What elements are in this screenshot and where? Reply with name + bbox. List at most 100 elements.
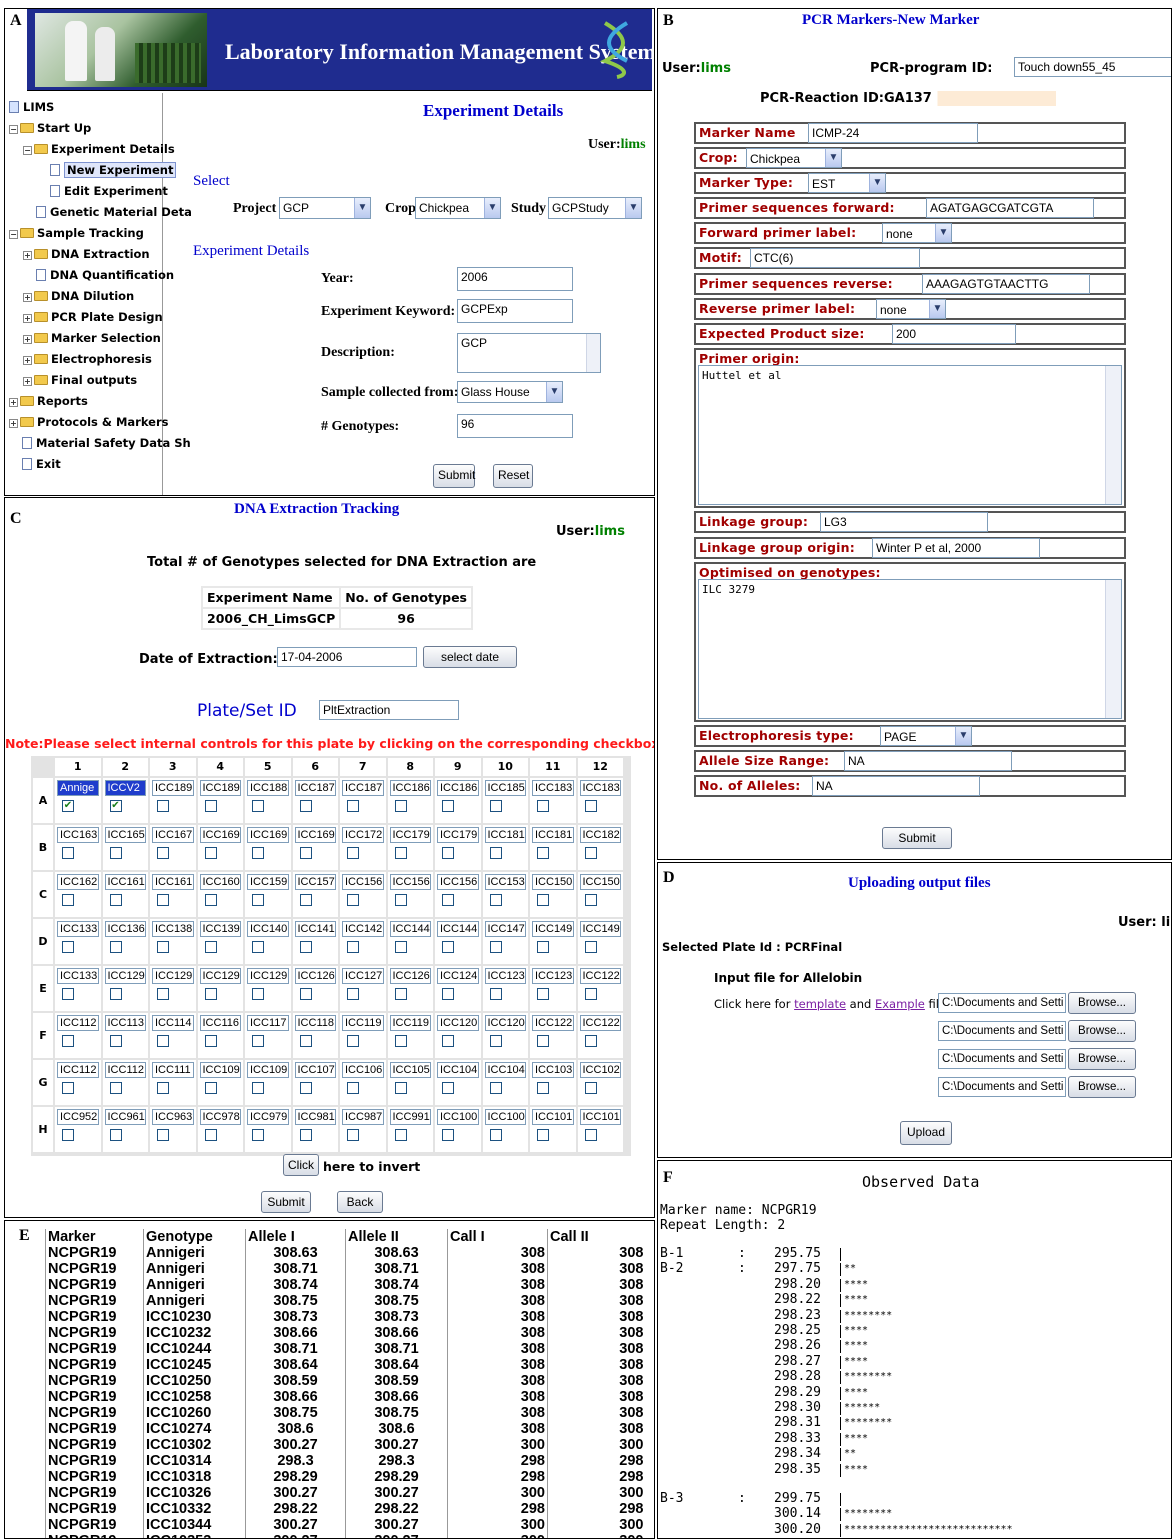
well-checkbox[interactable] [157,1035,169,1047]
well-checkbox[interactable] [442,941,454,953]
well-name-field[interactable]: ICC107 [294,1062,336,1078]
year-field[interactable]: 2006 [457,267,573,291]
well-checkbox[interactable] [62,988,74,1000]
well-name-field[interactable]: ICC119 [389,1015,431,1031]
well-name-field[interactable]: ICC161 [152,874,194,890]
well-checkbox[interactable] [157,894,169,906]
well-checkbox[interactable] [252,800,264,812]
well-name-field[interactable]: ICC156 [437,874,479,890]
well-name-field[interactable]: ICC122 [579,1015,621,1031]
well-name-field[interactable]: ICC120 [437,1015,479,1031]
tree-item[interactable]: + DNA Dilution [23,286,134,306]
well-name-field[interactable]: ICC182 [579,827,621,843]
well-checkbox[interactable] [489,1129,502,1141]
well-name-field[interactable]: ICC952 [57,1109,99,1125]
well-name-field[interactable]: ICC113 [104,1015,146,1031]
scrollbar[interactable] [1105,580,1121,718]
well-checkbox[interactable] [299,1129,312,1141]
tree-item[interactable]: LIMS [9,97,54,117]
file-path-field[interactable]: C:\Documents and Setti [938,993,1066,1013]
plate-field[interactable]: PltExtraction [319,700,459,720]
well-name-field[interactable]: ICC979 [247,1109,289,1125]
forward-label-select[interactable]: none ▼ [882,223,952,243]
well-checkbox[interactable] [394,1035,407,1047]
well-checkbox[interactable] [109,941,122,953]
well-checkbox[interactable] [537,988,549,1000]
well-name-field[interactable]: ICC183 [532,780,574,796]
well-name-field[interactable]: ICC159 [247,874,289,890]
well-name-field[interactable]: ICC189 [199,780,241,796]
alleles-field[interactable]: NA [812,776,980,796]
well-name-field[interactable]: ICC156 [389,874,431,890]
well-name-field[interactable]: ICC169 [294,827,336,843]
well-name-field[interactable]: ICC100 [437,1109,479,1125]
well-name-field[interactable]: ICC127 [342,968,384,984]
description-field[interactable]: GCP [457,333,601,373]
well-name-field[interactable]: ICC181 [532,827,574,843]
well-checkbox[interactable] [109,847,122,859]
well-name-field[interactable]: ICC150 [532,874,574,890]
well-checkbox[interactable] [489,1082,502,1094]
well-checkbox[interactable] [489,894,502,906]
well-name-field[interactable]: ICC181 [484,827,526,843]
file-path-field[interactable]: C:\Documents and Setti [938,1049,1066,1069]
well-checkbox[interactable] [299,894,312,906]
well-checkbox[interactable] [62,941,74,953]
well-name-field[interactable]: ICC124 [437,968,479,984]
well-checkbox[interactable] [109,894,122,906]
well-name-field[interactable]: ICC160 [199,874,241,890]
well-name-field[interactable]: ICC122 [532,1015,574,1031]
well-checkbox[interactable] [394,1082,407,1094]
expand-icon[interactable]: + [23,314,32,323]
well-checkbox[interactable]: ✔ [109,800,122,812]
well-checkbox[interactable] [584,1129,597,1141]
well-checkbox[interactable] [204,800,217,812]
well-checkbox[interactable] [204,1035,217,1047]
well-checkbox[interactable] [584,894,597,906]
browse-button[interactable]: Browse... [1068,992,1136,1014]
tree-item[interactable]: + DNA Extraction [23,244,150,264]
well-name-field[interactable]: ICC187 [294,780,336,796]
primer-forward-field[interactable]: AGATGAGCGATCGTA [926,198,1094,218]
reverse-label-select[interactable]: none ▼ [876,299,946,319]
well-name-field[interactable]: ICC117 [247,1015,289,1031]
well-checkbox[interactable] [157,847,169,859]
reset-button[interactable]: Reset [493,464,533,488]
well-name-field[interactable]: ICCV2 [104,780,146,796]
back-button[interactable]: Back [337,1191,383,1213]
well-checkbox[interactable] [204,988,217,1000]
expand-icon[interactable]: − [23,146,32,155]
well-checkbox[interactable] [204,847,217,859]
well-name-field[interactable]: ICC165 [104,827,146,843]
well-name-field[interactable]: ICC133 [57,921,99,937]
well-name-field[interactable]: ICC126 [389,968,431,984]
tree-item[interactable]: Genetic Material Deta [23,202,192,222]
well-name-field[interactable]: ICC185 [484,780,526,796]
well-name-field[interactable]: ICC147 [484,921,526,937]
submit-button[interactable]: Submit [433,464,475,488]
well-name-field[interactable]: ICC138 [152,921,194,937]
browse-button[interactable]: Browse... [1068,1020,1136,1042]
well-name-field[interactable]: ICC961 [104,1109,146,1125]
file-path-field[interactable]: C:\Documents and Setti [938,1021,1066,1041]
product-size-field[interactable]: 200 [892,324,1016,344]
well-name-field[interactable]: ICC150 [579,874,621,890]
well-checkbox[interactable] [157,1082,169,1094]
motif-field[interactable]: CTC(6) [750,248,920,268]
well-checkbox[interactable] [62,1035,74,1047]
well-name-field[interactable]: ICC162 [57,874,99,890]
scrollbar[interactable] [1105,366,1121,504]
well-checkbox[interactable] [62,1082,74,1094]
well-name-field[interactable]: ICC144 [437,921,479,937]
well-name-field[interactable]: ICC183 [579,780,621,796]
well-name-field[interactable]: ICC978 [199,1109,241,1125]
well-name-field[interactable]: ICC101 [579,1109,621,1125]
well-name-field[interactable]: ICC118 [294,1015,336,1031]
well-checkbox[interactable] [62,894,74,906]
well-checkbox[interactable] [252,894,264,906]
expand-icon[interactable]: + [9,398,18,407]
browse-button[interactable]: Browse... [1068,1076,1136,1098]
marker-type-select[interactable]: EST ▼ [808,173,886,193]
well-checkbox[interactable] [584,1035,597,1047]
well-checkbox[interactable] [252,1082,264,1094]
